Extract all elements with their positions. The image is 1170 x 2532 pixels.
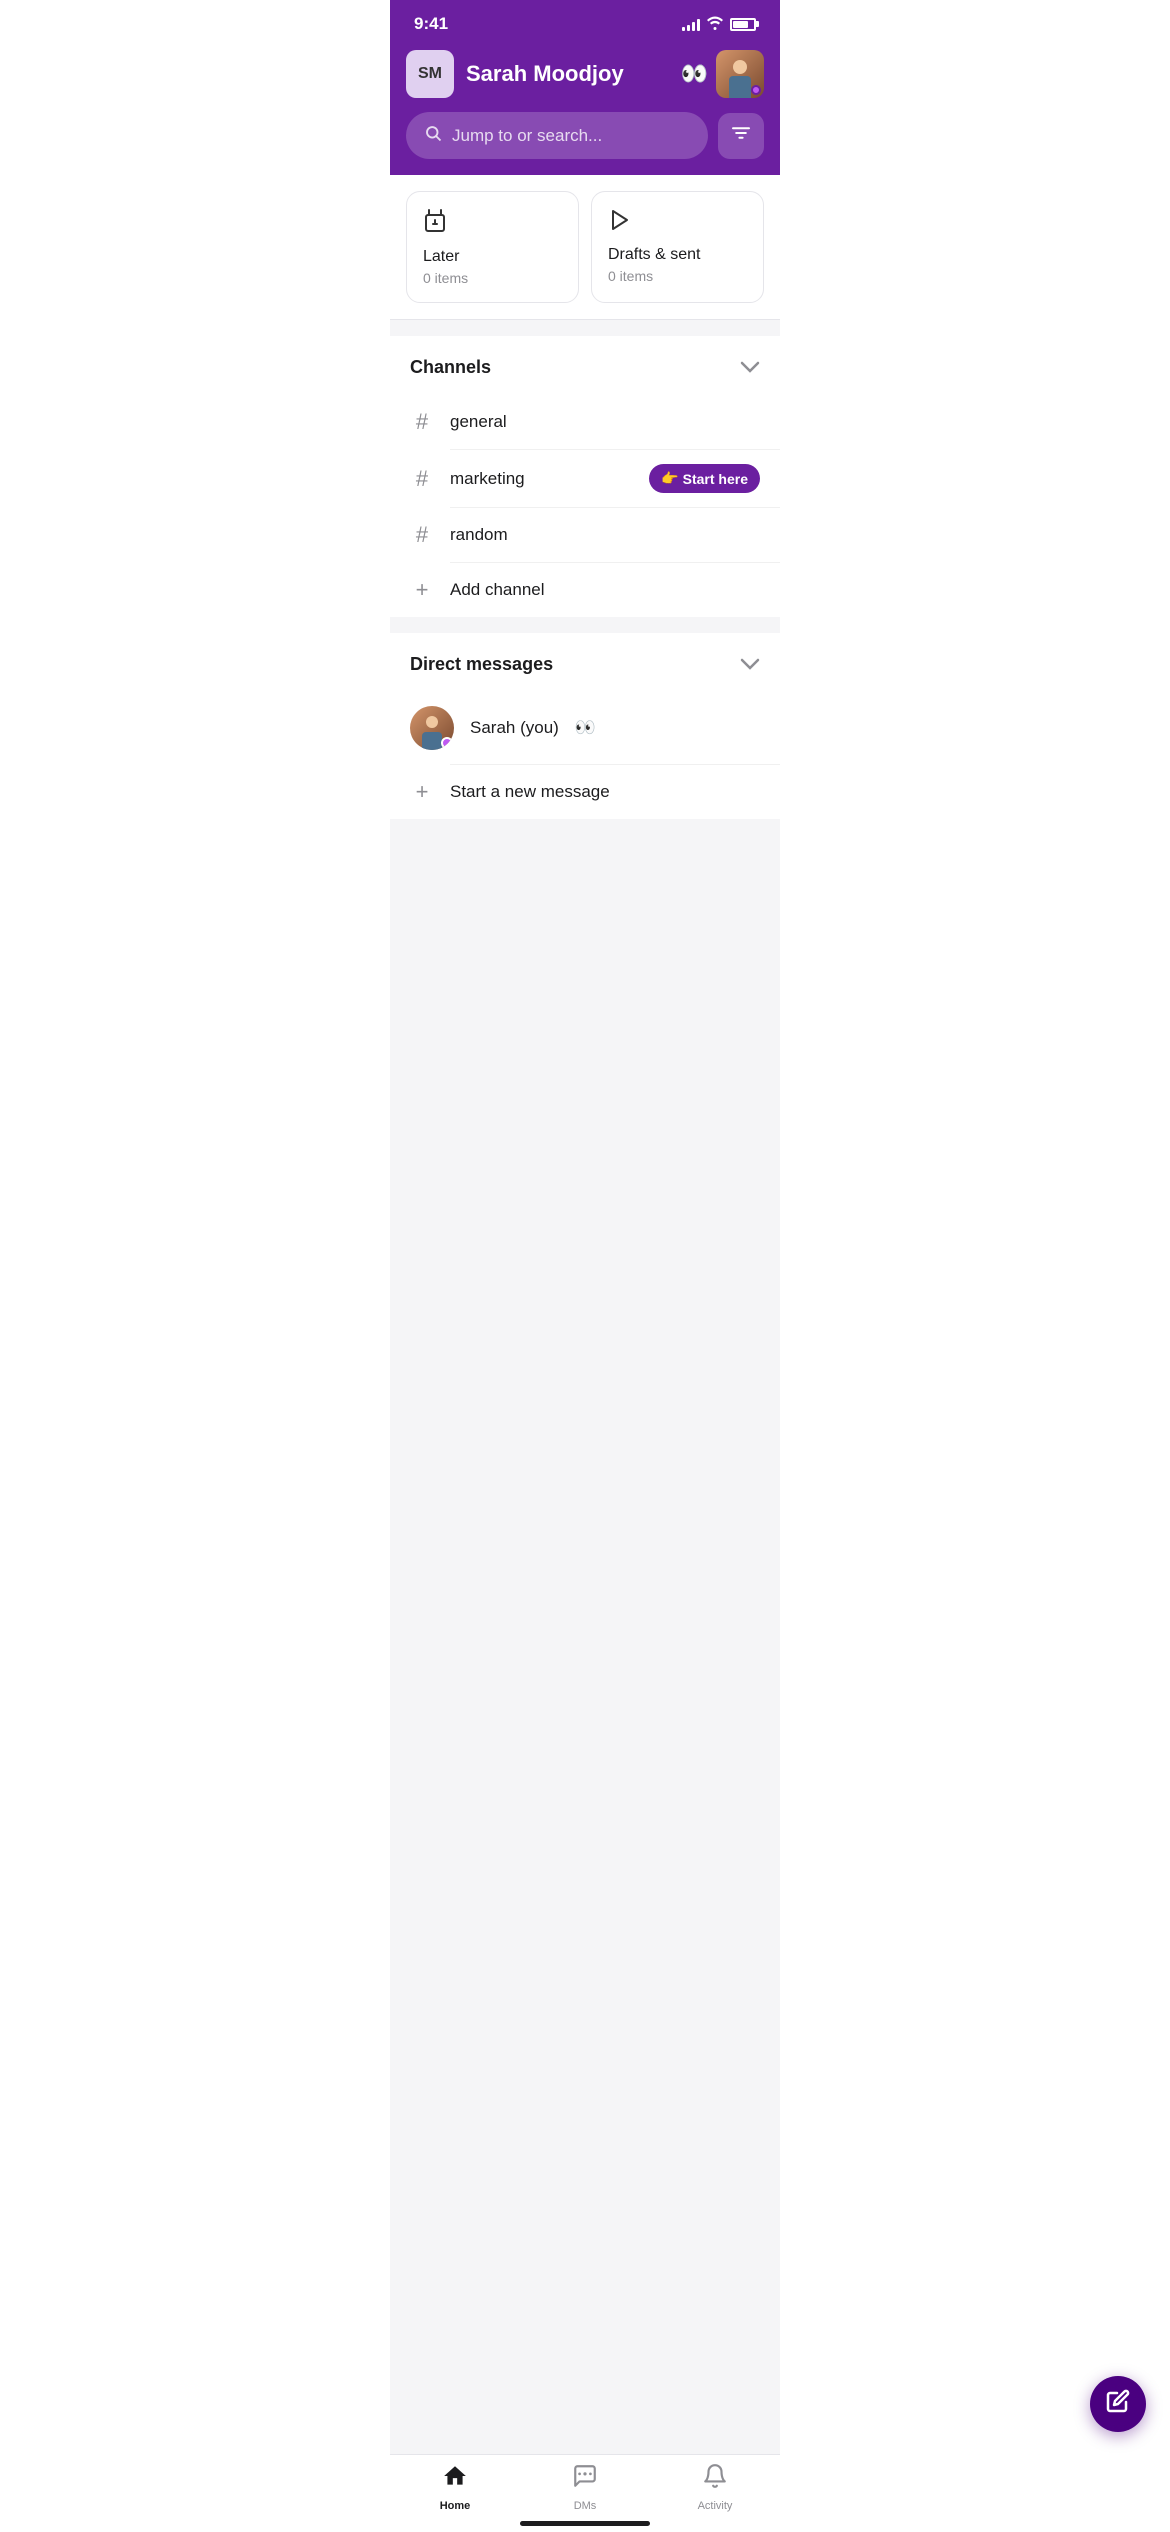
channel-marketing[interactable]: # marketing 👉 Start here	[390, 450, 780, 507]
tab-home[interactable]: Home	[390, 2463, 520, 2512]
filter-button[interactable]	[718, 113, 764, 159]
activity-icon	[702, 2463, 728, 2496]
start-here-text: Start here	[683, 471, 748, 487]
dm-header[interactable]: Direct messages	[390, 633, 780, 692]
later-subtitle: 0 items	[423, 270, 562, 286]
search-icon	[424, 124, 442, 147]
dm-sarah[interactable]: Sarah (you) 👀	[390, 692, 780, 764]
channels-header[interactable]: Channels	[390, 336, 780, 395]
avatar: SM	[406, 50, 454, 98]
user-name: Sarah Moodjoy	[466, 61, 624, 87]
new-message-button[interactable]: + Start a new message	[390, 765, 780, 819]
dm-user-name: Sarah (you)	[470, 718, 559, 738]
channels-chevron-icon	[740, 356, 760, 379]
quick-actions: Later 0 items Drafts & sent 0 items	[390, 175, 780, 320]
compose-fab[interactable]	[1090, 2376, 1146, 2432]
plus-icon: +	[410, 577, 434, 603]
dm-avatar	[410, 706, 454, 750]
header-top: SM Sarah Moodjoy 👀	[406, 50, 764, 98]
eyes-status-icon: 👀	[681, 61, 708, 87]
tab-dms-label: DMs	[574, 2500, 597, 2512]
channel-random-name: random	[450, 525, 760, 545]
hash-icon: #	[410, 409, 434, 435]
start-here-badge: 👉 Start here	[649, 464, 760, 493]
status-icons	[682, 16, 756, 33]
battery-icon	[730, 18, 756, 31]
plus-icon: +	[410, 779, 434, 805]
later-icon	[423, 208, 562, 240]
online-status-dot	[751, 85, 761, 95]
signal-bars-icon	[682, 17, 700, 31]
tab-activity[interactable]: Activity	[650, 2463, 780, 2512]
channel-random[interactable]: # random	[390, 508, 780, 562]
direct-messages-section: Direct messages Sarah (you) 👀 + Start a …	[390, 633, 780, 819]
dm-title: Direct messages	[410, 654, 553, 675]
main-content: Later 0 items Drafts & sent 0 items Chan…	[390, 175, 780, 2507]
header-right: 👀	[681, 50, 764, 98]
tab-home-label: Home	[440, 2500, 471, 2512]
status-bar: 9:41	[390, 0, 780, 42]
add-channel-button[interactable]: + Add channel	[390, 563, 780, 617]
header: SM Sarah Moodjoy 👀 Jump to or search...	[390, 42, 780, 175]
tab-dms[interactable]: DMs	[520, 2463, 650, 2512]
filter-icon	[731, 125, 751, 146]
home-icon	[442, 2463, 468, 2496]
tab-activity-label: Activity	[698, 2500, 733, 2512]
profile-photo[interactable]	[716, 50, 764, 98]
dm-online-dot	[441, 737, 453, 749]
status-time: 9:41	[414, 14, 448, 34]
channel-general-name: general	[450, 412, 760, 432]
dm-status-emoji: 👀	[575, 718, 596, 738]
dms-icon	[572, 2463, 598, 2496]
channel-general[interactable]: # general	[390, 395, 780, 449]
hash-icon: #	[410, 522, 434, 548]
drafts-title: Drafts & sent	[608, 246, 747, 264]
later-title: Later	[423, 248, 562, 266]
drafts-subtitle: 0 items	[608, 268, 747, 284]
search-placeholder-text: Jump to or search...	[452, 126, 602, 146]
start-here-emoji: 👉	[661, 470, 678, 487]
add-channel-label: Add channel	[450, 580, 760, 600]
new-message-label: Start a new message	[450, 782, 760, 802]
channels-title: Channels	[410, 357, 491, 378]
search-container: Jump to or search...	[406, 112, 764, 159]
drafts-icon	[608, 208, 747, 238]
later-card[interactable]: Later 0 items	[406, 191, 579, 303]
dm-chevron-icon	[740, 653, 760, 676]
drafts-card[interactable]: Drafts & sent 0 items	[591, 191, 764, 303]
wifi-icon	[706, 16, 724, 33]
compose-icon	[1106, 2389, 1130, 2419]
home-indicator	[520, 2521, 650, 2526]
search-bar[interactable]: Jump to or search...	[406, 112, 708, 159]
hash-icon: #	[410, 466, 434, 492]
channels-section: Channels # general # marketing 👉 Start h…	[390, 336, 780, 617]
channel-marketing-name: marketing	[450, 469, 633, 489]
user-info: SM Sarah Moodjoy	[406, 50, 624, 98]
